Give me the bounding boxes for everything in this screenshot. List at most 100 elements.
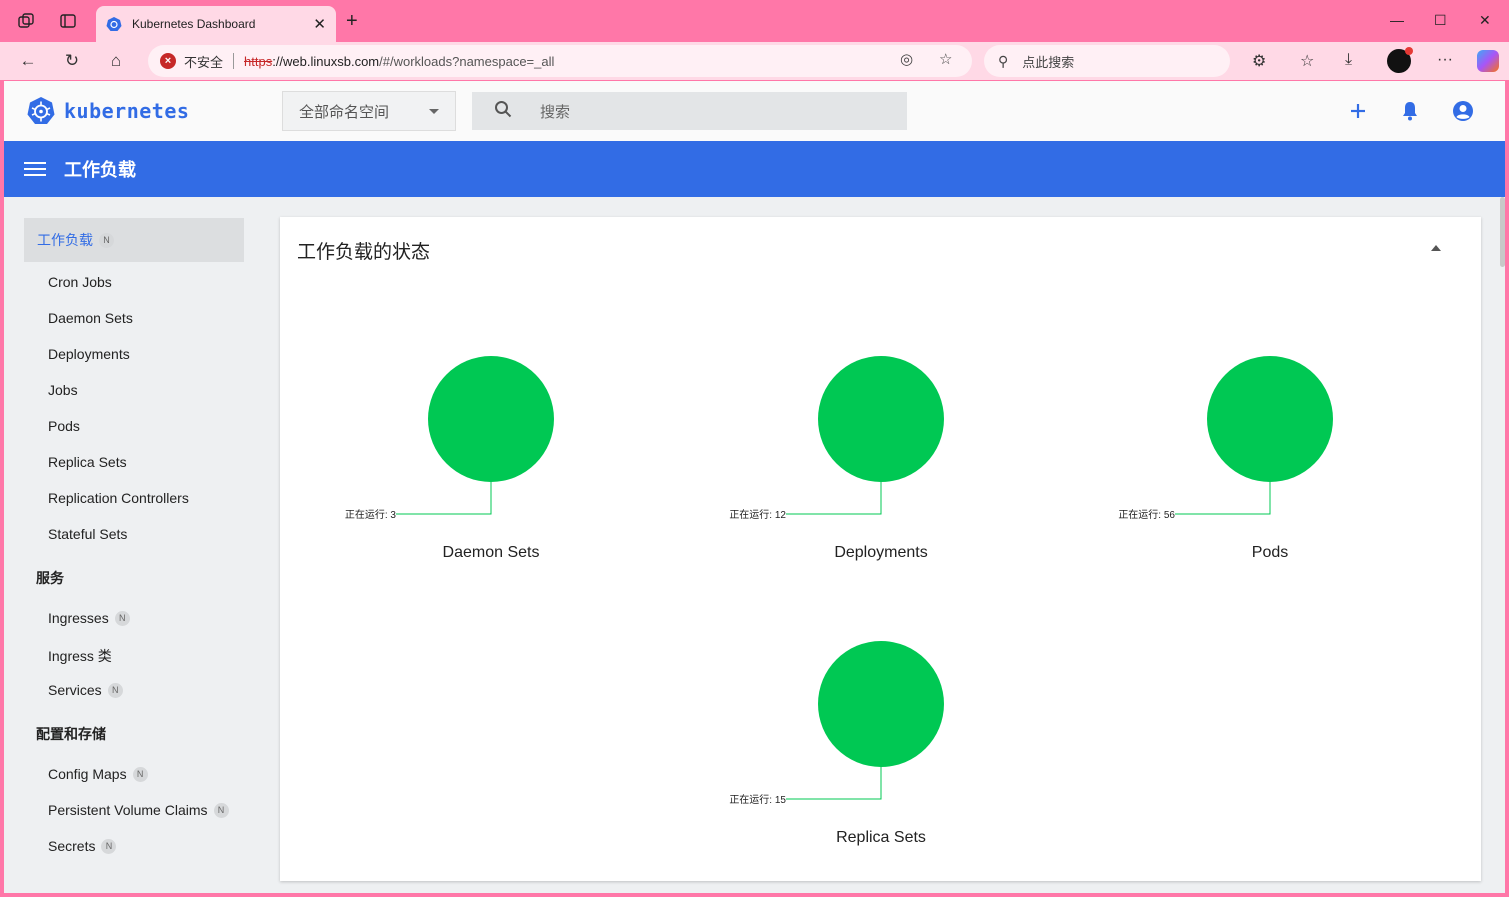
tab-title: Kubernetes Dashboard <box>132 17 256 31</box>
close-tab-icon[interactable]: ✕ <box>313 15 326 33</box>
close-window-icon[interactable]: ✕ <box>1479 12 1491 29</box>
namespaced-badge: N <box>132 766 148 782</box>
app-header: kubernetes 全部命名空间 搜索 <box>4 81 1505 141</box>
copilot-icon[interactable] <box>1477 50 1499 72</box>
home-icon[interactable]: ⌂ <box>105 50 127 72</box>
sidebar-item-label: Cron Jobs <box>48 274 112 290</box>
security-label[interactable]: 不安全 <box>184 52 223 71</box>
sidebar-item-config-maps[interactable]: Config Maps N <box>48 766 148 782</box>
url-host: ://web.linuxsb.com <box>272 53 380 69</box>
browser-tab-strip: Kubernetes Dashboard ✕ + — ☐ ✕ <box>0 0 1509 42</box>
slice-data-label: 正在运行: 15 <box>729 793 786 806</box>
slice-data-label: 正在运行: 12 <box>729 508 786 521</box>
more-options-icon[interactable]: ··· <box>1437 51 1453 69</box>
new-tab-icon[interactable]: + <box>346 11 358 31</box>
pie-slice-running[interactable] <box>818 356 944 482</box>
sidebar-item-pods[interactable]: Pods <box>48 418 80 434</box>
sidebar-item-label: Deployments <box>48 346 130 362</box>
browser-search-placeholder: 点此搜索 <box>1022 54 1075 70</box>
chart-title: Pods <box>1251 544 1289 561</box>
namespaced-badge: N <box>213 802 229 818</box>
label-leader-line <box>1175 482 1271 515</box>
pie-slice-running[interactable] <box>818 641 944 767</box>
sidebar-item-ingress-classes[interactable]: Ingress 类 <box>48 646 112 666</box>
notifications-bell-icon[interactable] <box>1397 98 1423 124</box>
sidebar-item-persistent-volume-claims[interactable]: Persistent Volume Claims N <box>48 802 229 818</box>
sidebar-item-replica-sets[interactable]: Replica Sets <box>48 454 127 470</box>
kubernetes-favicon-icon <box>106 17 122 31</box>
namespace-select[interactable]: 全部命名空间 <box>282 91 456 131</box>
namespaced-badge: N <box>114 610 130 626</box>
chart-title: Daemon Sets <box>442 544 540 561</box>
sidebar: 工作负载 N Cron Jobs Daemon Sets Deployments… <box>4 197 264 893</box>
create-add-icon[interactable] <box>1345 98 1371 124</box>
sidebar-item-services[interactable]: Services N <box>48 682 123 698</box>
sidebar-item-stateful-sets[interactable]: Stateful Sets <box>48 526 127 542</box>
namespace-selected-value: 全部命名空间 <box>299 103 390 121</box>
not-secure-icon[interactable]: × <box>160 53 176 69</box>
menu-icon[interactable] <box>24 158 46 180</box>
kubernetes-wheel-icon <box>27 97 55 124</box>
sidebar-item-secrets[interactable]: Secrets N <box>48 838 117 854</box>
slice-data-label: 正在运行: 3 <box>345 508 397 521</box>
sidebar-item-cron-jobs[interactable]: Cron Jobs <box>48 274 112 290</box>
tab-actions-icon[interactable] <box>58 11 78 31</box>
address-bar[interactable]: × 不安全 https ://web.linuxsb.com /#/worklo… <box>148 45 972 77</box>
workspaces-icon[interactable] <box>16 11 36 31</box>
minimize-icon[interactable]: — <box>1390 12 1404 28</box>
search-icon <box>494 100 512 123</box>
namespaced-badge: N <box>99 232 114 248</box>
label-leader-line <box>786 482 882 515</box>
sidebar-item-label: Config Maps <box>48 766 127 782</box>
sidebar-section-config-storage[interactable]: 配置和存储 <box>36 724 106 744</box>
sidebar-item-ingresses[interactable]: Ingresses N <box>48 610 130 626</box>
kubernetes-logo[interactable]: kubernetes <box>26 96 189 126</box>
downloads-icon[interactable]: ⤓ <box>1345 51 1352 69</box>
browser-tab[interactable]: Kubernetes Dashboard ✕ <box>96 6 336 42</box>
sidebar-section-services[interactable]: 服务 <box>36 568 64 588</box>
namespaced-badge: N <box>107 682 123 698</box>
sidebar-item-label: Replica Sets <box>48 454 127 470</box>
kubernetes-dashboard: kubernetes 全部命名空间 搜索 工作负载 工作负载 N Cron Jo… <box>4 81 1505 893</box>
sidebar-item-label: Ingress 类 <box>48 648 112 664</box>
url-path: /#/workloads?namespace=_all <box>379 53 555 69</box>
logo-text: kubernetes <box>64 99 190 123</box>
pie-slice-running[interactable] <box>428 356 554 482</box>
sidebar-item-label: Daemon Sets <box>48 310 133 326</box>
sidebar-item-label: Ingresses <box>48 610 109 626</box>
label-leader-line <box>786 767 882 800</box>
sidebar-item-workloads[interactable]: 工作负载 N <box>24 218 244 262</box>
sidebar-item-label: Jobs <box>48 382 78 398</box>
extensions-icon[interactable]: ⚙ <box>1252 51 1266 71</box>
maximize-icon[interactable]: ☐ <box>1434 12 1447 29</box>
sidebar-item-deployments[interactable]: Deployments <box>48 346 130 362</box>
chevron-down-icon <box>429 108 439 114</box>
back-icon[interactable]: ← <box>17 50 39 72</box>
search-input[interactable]: 搜索 <box>472 92 907 130</box>
namespaced-badge: N <box>101 838 117 854</box>
label-leader-line <box>396 482 492 515</box>
translate-icon[interactable]: ◎ <box>900 50 913 68</box>
pie-slice-running[interactable] <box>1207 356 1333 482</box>
refresh-icon[interactable]: ↻ <box>61 50 83 72</box>
search-icon: ⚲ <box>998 52 1009 69</box>
sidebar-item-label: Stateful Sets <box>48 526 128 542</box>
sidebar-item-label: 工作负载 <box>37 232 93 248</box>
profile-avatar[interactable] <box>1387 47 1413 73</box>
sidebar-item-label: Persistent Volume Claims <box>48 802 208 818</box>
account-icon[interactable] <box>1450 98 1476 124</box>
browser-search-input[interactable]: ⚲ 点此搜索 <box>984 45 1230 77</box>
sidebar-item-label: Replication Controllers <box>48 490 189 506</box>
url-protocol: https <box>244 53 273 69</box>
favorites-icon[interactable]: ☆ <box>1300 51 1314 71</box>
sidebar-item-daemon-sets[interactable]: Daemon Sets <box>48 310 133 326</box>
sidebar-item-replication-controllers[interactable]: Replication Controllers <box>48 490 189 506</box>
favorite-star-icon[interactable]: ☆ <box>939 50 952 68</box>
sidebar-item-label: Services <box>48 682 102 698</box>
sidebar-item-jobs[interactable]: Jobs <box>48 382 78 398</box>
scrollbar-thumb[interactable] <box>1500 197 1505 267</box>
workload-status-card: 工作负载的状态 正在运行: 3 正在运行: 12 正在运行: 56 正在运行: 15 … <box>280 217 1481 881</box>
sidebar-item-label: Pods <box>48 418 80 434</box>
browser-nav-bar: ← ↻ ⌂ × 不安全 https ://web.linuxsb.com /#/… <box>0 42 1509 80</box>
page-toolbar: 工作负载 <box>4 141 1505 197</box>
